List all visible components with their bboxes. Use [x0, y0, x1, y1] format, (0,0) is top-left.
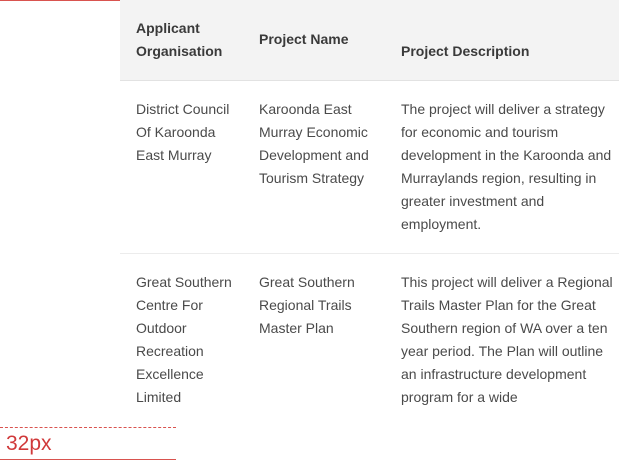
- cell-project-description: The project will deliver a strategy for …: [385, 80, 619, 254]
- table-header: Applicant Organisation Project Name Proj…: [120, 0, 619, 81]
- spacing-guide-solid-line: [0, 459, 176, 460]
- project-name-text: Great Southern Regional Trails Master Pl…: [259, 273, 355, 336]
- table-row: District Council Of Karoonda East Murray…: [120, 80, 619, 254]
- cell-applicant-organisation: Great Southern Centre For Outdoor Recrea…: [120, 253, 243, 426]
- organisation-text: District Council Of Karoonda East Murray: [136, 100, 230, 163]
- project-name-text: Karoonda East Murray Economic Developmen…: [259, 100, 369, 186]
- spacing-measurement-label: 32px: [6, 432, 52, 455]
- page: Applicant Organisation Project Name Proj…: [0, 0, 619, 461]
- grants-table: Applicant Organisation Project Name Proj…: [120, 0, 619, 426]
- organisation-text: Great Southern Centre For Outdoor Recrea…: [136, 273, 232, 405]
- cell-project-name: Great Southern Regional Trails Master Pl…: [243, 253, 385, 426]
- cell-project-name: Karoonda East Murray Economic Developmen…: [243, 80, 385, 254]
- project-description-text: The project will deliver a strategy for …: [401, 100, 612, 232]
- table-header-row: Applicant Organisation Project Name Proj…: [120, 0, 619, 81]
- cell-project-description: This project will deliver a Regional Tra…: [385, 253, 619, 426]
- column-header-project-name: Project Name: [243, 0, 385, 81]
- project-description-text: This project will deliver a Regional Tra…: [401, 273, 613, 405]
- cell-applicant-organisation: District Council Of Karoonda East Murray: [120, 80, 243, 254]
- column-header-project-description: Project Description: [385, 0, 619, 81]
- table-body: District Council Of Karoonda East Murray…: [120, 80, 619, 426]
- column-header-applicant-organisation: Applicant Organisation: [120, 0, 243, 81]
- spacing-guide-dashed-line: [0, 427, 176, 428]
- table-row: Great Southern Centre For Outdoor Recrea…: [120, 253, 619, 426]
